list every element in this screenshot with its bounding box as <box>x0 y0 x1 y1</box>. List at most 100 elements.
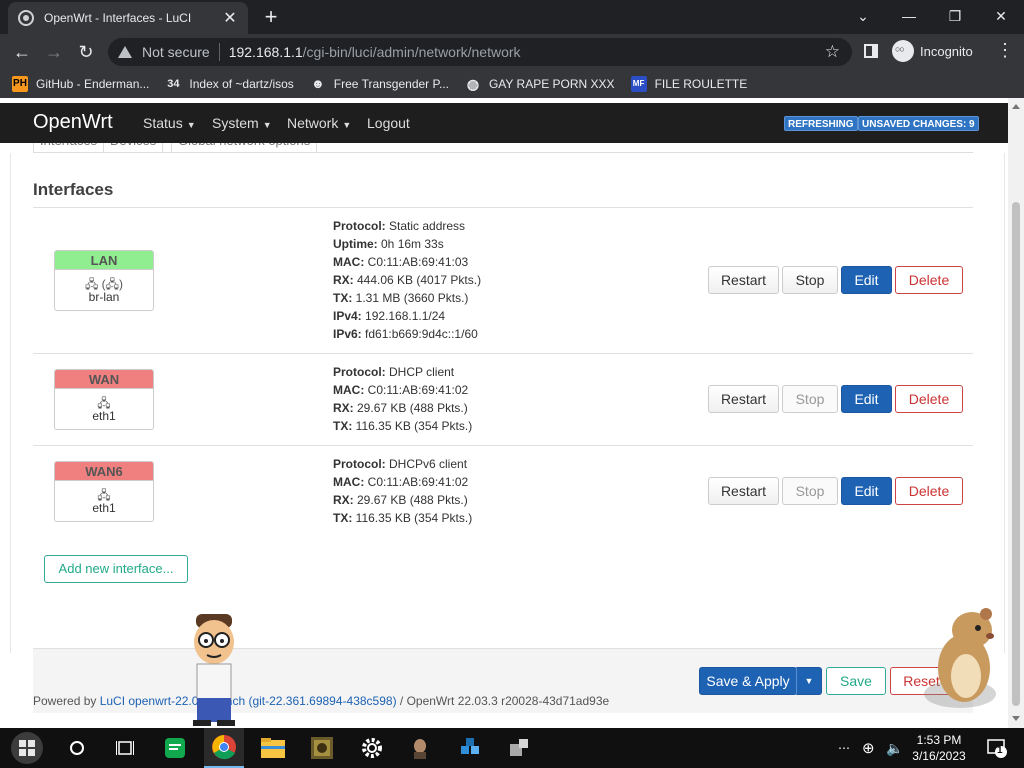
page-scrollbar[interactable] <box>1008 98 1024 728</box>
scrollbar-thumb[interactable] <box>1012 202 1020 706</box>
blue-cubes-app-icon[interactable] <box>450 728 490 768</box>
add-new-interface-button[interactable]: Add new interface... <box>44 555 188 583</box>
tab-global-network-options[interactable]: Global network options <box>171 143 318 152</box>
stop-button[interactable]: Stop <box>782 477 838 505</box>
system-clock[interactable]: 1:53 PM 3/16/2023 <box>908 732 970 764</box>
tab-interfaces[interactable]: Interfaces <box>33 143 105 152</box>
save-apply-dropdown-icon[interactable]: ▼ <box>796 667 822 695</box>
delete-button[interactable]: Delete <box>895 385 963 413</box>
url-path[interactable]: /cgi-bin/luci/admin/network/network <box>303 44 521 60</box>
incognito-indicator[interactable]: Incognito <box>892 40 973 62</box>
restart-button[interactable]: Restart <box>708 385 779 413</box>
bookmark-item[interactable]: ☻ Free Transgender P... <box>310 76 449 92</box>
info-line: Protocol: Static address <box>333 217 481 235</box>
delete-button[interactable]: Delete <box>895 266 963 294</box>
clock-time: 1:53 PM <box>916 733 962 747</box>
bookmark-item[interactable]: MF FILE ROULETTE <box>630 76 747 92</box>
stop-button[interactable]: Stop <box>782 385 838 413</box>
back-icon[interactable]: ← <box>10 40 34 64</box>
forward-icon[interactable]: → <box>42 40 66 64</box>
new-tab-button[interactable]: + <box>258 4 284 30</box>
close-tab-icon[interactable]: ✕ <box>222 8 238 28</box>
menu-logout[interactable]: Logout <box>367 115 410 131</box>
edit-button[interactable]: Edit <box>841 266 892 294</box>
scroll-down-icon[interactable] <box>1012 716 1020 721</box>
tab-devices[interactable]: Devices <box>103 143 164 152</box>
restart-button[interactable]: Restart <box>708 477 779 505</box>
info-line: TX: 1.31 MB (3660 Pkts.) <box>333 289 481 307</box>
luci-version-link[interactable]: LuCI openwrt-22.03 branch (git-22.361.69… <box>100 694 397 708</box>
settings-gear-icon[interactable] <box>352 728 392 768</box>
security-label[interactable]: Not secure <box>142 44 210 60</box>
menu-network[interactable]: Network ▼ <box>287 115 351 131</box>
stop-button[interactable]: Stop <box>782 266 838 294</box>
scroll-up-icon[interactable] <box>1012 104 1020 109</box>
interface-name: WAN <box>55 370 153 389</box>
address-bar[interactable]: Not secure 192.168.1.1/cgi-bin/luci/admi… <box>108 38 852 66</box>
url-host[interactable]: 192.168.1.1 <box>229 44 303 60</box>
info-key: Protocol: <box>333 365 386 379</box>
edit-button[interactable]: Edit <box>841 385 892 413</box>
warning-icon[interactable] <box>118 46 132 58</box>
menu-status[interactable]: Status ▼ <box>143 115 196 131</box>
refreshing-badge[interactable]: REFRESHING <box>784 116 858 131</box>
interface-info: Protocol: DHCP client MAC: C0:11:AB:69:4… <box>333 363 472 435</box>
close-window-icon[interactable]: ✕ <box>986 4 1016 28</box>
unsaved-changes-badge[interactable]: UNSAVED CHANGES: 9 <box>858 116 979 131</box>
luci-brand[interactable]: OpenWrt <box>33 111 113 134</box>
file-explorer-icon[interactable] <box>253 728 293 768</box>
save-button[interactable]: Save <box>826 667 886 695</box>
info-key: RX: <box>333 401 354 415</box>
interface-name: LAN <box>55 251 153 270</box>
gray-blocks-app-icon[interactable] <box>499 728 539 768</box>
info-line: TX: 116.35 KB (354 Pkts.) <box>333 509 472 527</box>
browser-menu-icon[interactable]: ⋮ <box>996 40 1014 61</box>
start-button-icon[interactable] <box>5 728 49 768</box>
side-panel-icon[interactable] <box>864 44 878 58</box>
interface-badge: WAN6 🖧 eth1 <box>54 461 154 522</box>
info-line: IPv4: 192.168.1.1/24 <box>333 307 481 325</box>
page-footer: Powered by LuCI openwrt-22.03 branch (gi… <box>33 694 609 708</box>
globe-icon: ◍ <box>466 76 480 92</box>
info-value: 444.06 KB (4017 Pkts.) <box>353 273 482 287</box>
show-hidden-icons-icon[interactable]: ⋯ <box>838 728 850 768</box>
info-key: RX: <box>333 273 354 287</box>
edit-button[interactable]: Edit <box>841 477 892 505</box>
info-key: MAC: <box>333 475 365 489</box>
info-key: Protocol: <box>333 457 386 471</box>
notifications-icon[interactable]: 1 <box>986 728 1008 768</box>
info-key: MAC: <box>333 255 365 269</box>
menu-system[interactable]: System ▼ <box>212 115 272 131</box>
restart-button[interactable]: Restart <box>708 266 779 294</box>
character-app-icon[interactable] <box>400 728 440 768</box>
mask-icon: ☻ <box>310 76 325 91</box>
bookmark-item[interactable]: ◍ GAY RAPE PORN XXX <box>465 76 615 92</box>
volume-icon[interactable]: 🔈 <box>886 728 903 768</box>
interface-row-lan: LAN 🖧 (🖧) br-lan Protocol: Static addres… <box>33 208 973 354</box>
luci-header: OpenWrt Status ▼ System ▼ Network ▼ Logout … <box>0 103 1008 143</box>
bookmark-star-icon[interactable]: ☆ <box>825 42 840 62</box>
task-view-icon[interactable] <box>105 728 145 768</box>
reload-icon[interactable]: ↻ <box>74 40 98 64</box>
network-globe-icon[interactable]: ⊕ <box>862 728 875 768</box>
notification-count: 1 <box>997 745 1003 756</box>
delete-button[interactable]: Delete <box>895 477 963 505</box>
footer-prefix: Powered by <box>33 694 100 708</box>
info-value: 116.35 KB (354 Pkts.) <box>352 419 473 433</box>
info-line: MAC: C0:11:AB:69:41:03 <box>333 253 481 271</box>
info-key: IPv6: <box>333 327 362 341</box>
game-app-icon[interactable] <box>302 728 342 768</box>
chrome-icon[interactable] <box>204 728 244 768</box>
search-icon[interactable] <box>57 728 97 768</box>
openwrt-favicon-icon <box>18 10 34 26</box>
minimize-icon[interactable]: — <box>894 4 924 28</box>
bookmark-item[interactable]: 34 Index of ~dartz/isos <box>165 76 294 92</box>
file-roulette-icon: MF <box>630 76 647 92</box>
tab-search-icon[interactable]: ⌄ <box>848 4 878 28</box>
bookmark-item[interactable]: PH GitHub - Enderman... <box>12 76 149 92</box>
browser-tab[interactable]: OpenWrt - Interfaces - LuCI ✕ <box>8 2 248 34</box>
restore-icon[interactable]: ❐ <box>940 4 970 28</box>
save-apply-button[interactable]: Save & Apply <box>699 667 797 695</box>
info-key: MAC: <box>333 383 365 397</box>
green-app-icon[interactable] <box>155 728 195 768</box>
